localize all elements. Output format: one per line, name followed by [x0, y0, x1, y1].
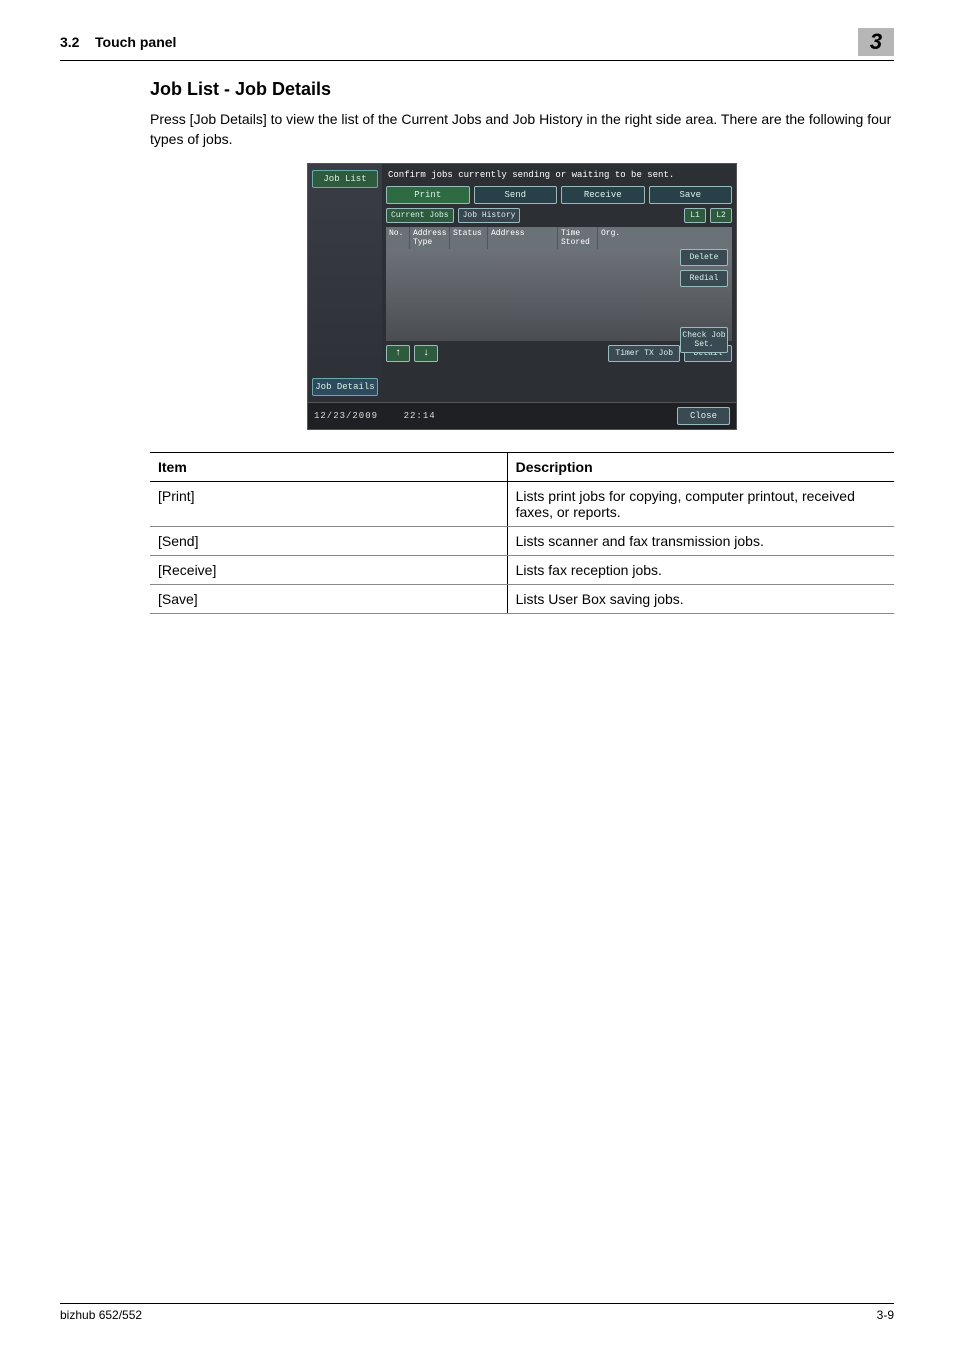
scroll-up-button[interactable]: ↑ — [386, 345, 410, 362]
table-row: [Send] Lists scanner and fax transmissio… — [150, 527, 894, 556]
th-desc: Description — [507, 453, 894, 482]
page-header: 3.2 Touch panel 3 — [60, 28, 894, 61]
col-addr-type: Address Type — [410, 227, 450, 249]
tab-send[interactable]: Send — [474, 186, 558, 204]
cell-desc: Lists fax reception jobs. — [507, 556, 894, 585]
redial-button[interactable]: Redial — [680, 270, 728, 287]
table-row: [Print] Lists print jobs for copying, co… — [150, 482, 894, 527]
intro-paragraph: Press [Job Details] to view the list of … — [150, 110, 894, 149]
subtab-current-jobs[interactable]: Current Jobs — [386, 208, 454, 223]
cell-item: [Receive] — [150, 556, 507, 585]
scroll-down-button[interactable]: ↓ — [414, 345, 438, 362]
page-footer: bizhub 652/552 3-9 — [60, 1303, 894, 1322]
col-status: Status — [450, 227, 488, 249]
col-no: No. — [386, 227, 410, 249]
cell-item: [Print] — [150, 482, 507, 527]
panel-date: 12/23/2009 — [314, 411, 378, 421]
cell-desc: Lists User Box saving jobs. — [507, 585, 894, 614]
tab-receive[interactable]: Receive — [561, 186, 645, 204]
touch-panel-screenshot: Job List Job Details Confirm jobs curren… — [307, 163, 737, 430]
section-title: Touch panel — [95, 34, 176, 50]
job-table-header: No. Address Type Status Address Time Sto… — [386, 227, 732, 249]
footer-model: bizhub 652/552 — [60, 1308, 142, 1322]
check-job-set-button[interactable]: Check Job Set. — [680, 327, 728, 353]
tab-print[interactable]: Print — [386, 186, 470, 204]
chapter-badge: 3 — [858, 28, 894, 56]
job-table-body: Delete Redial Check Job Set. — [386, 249, 732, 341]
th-item: Item — [150, 453, 507, 482]
col-address: Address — [488, 227, 558, 249]
delete-button[interactable]: Delete — [680, 249, 728, 266]
close-button[interactable]: Close — [677, 407, 730, 425]
subtab-job-history[interactable]: Job History — [458, 208, 521, 223]
cell-item: [Send] — [150, 527, 507, 556]
timer-tx-job-button[interactable]: Timer TX Job — [608, 345, 680, 362]
line-l1[interactable]: L1 — [684, 208, 706, 223]
subsection-heading: Job List - Job Details — [150, 79, 894, 100]
cell-item: [Save] — [150, 585, 507, 614]
cell-desc: Lists print jobs for copying, computer p… — [507, 482, 894, 527]
table-row: [Save] Lists User Box saving jobs. — [150, 585, 894, 614]
table-row: [Receive] Lists fax reception jobs. — [150, 556, 894, 585]
line-l2[interactable]: L2 — [710, 208, 732, 223]
panel-message: Confirm jobs currently sending or waitin… — [386, 168, 732, 186]
panel-time: 22:14 — [404, 411, 436, 421]
description-table: Item Description [Print] Lists print job… — [150, 452, 894, 614]
sidebar-tab-job-details[interactable]: Job Details — [312, 378, 378, 396]
col-org: Org. — [598, 227, 626, 249]
footer-pageno: 3-9 — [877, 1308, 894, 1322]
cell-desc: Lists scanner and fax transmission jobs. — [507, 527, 894, 556]
section-number: 3.2 — [60, 34, 79, 50]
tab-save[interactable]: Save — [649, 186, 733, 204]
sidebar-tab-job-list[interactable]: Job List — [312, 170, 378, 188]
col-time-stored: Time Stored — [558, 227, 598, 249]
